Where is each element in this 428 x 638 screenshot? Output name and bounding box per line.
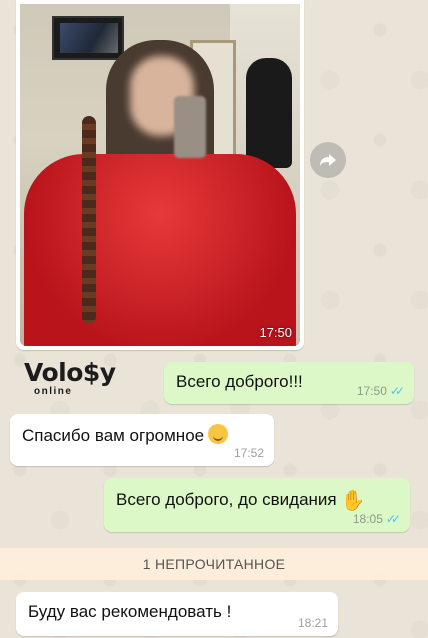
relieved-face-emoji-icon: [208, 424, 229, 444]
message-bubble-outgoing[interactable]: Всего доброго, до свидания ✋ 18:05 ✓✓: [104, 478, 410, 532]
forward-arrow-icon: [320, 154, 336, 166]
message-bubble-incoming[interactable]: Спасибо вам огромное 17:52: [10, 414, 274, 466]
message-time: 17:50: [356, 384, 387, 398]
message-bubble-outgoing[interactable]: Всего доброго!!! 17:50 ✓✓: [164, 362, 414, 404]
volosy-logo: Volo$y online: [24, 360, 142, 398]
photo-image[interactable]: 17:50: [20, 4, 300, 346]
forward-button[interactable]: [310, 142, 346, 178]
photo-message[interactable]: 17:50: [16, 0, 304, 350]
message-text: Буду вас рекомендовать !: [28, 602, 232, 621]
message-time: 17:52: [233, 446, 264, 460]
message-time: 18:05: [352, 512, 383, 526]
waving-hand-emoji-icon: ✋: [340, 490, 366, 512]
message-time: 18:21: [297, 616, 328, 630]
read-ticks-icon: ✓✓: [389, 384, 405, 398]
message-bubble-incoming[interactable]: Буду вас рекомендовать ! 18:21: [16, 592, 338, 636]
logo-subtitle: online: [34, 386, 73, 397]
read-ticks-icon: ✓✓: [385, 512, 401, 526]
message-text: Спасибо вам огромное: [22, 426, 205, 445]
photo-timestamp: 17:50: [259, 325, 292, 340]
logo-word: Volo$y: [24, 358, 116, 387]
message-text: Всего доброго, до свидания: [116, 490, 337, 509]
unread-divider: 1 НЕПРОЧИТАННОЕ: [0, 548, 428, 580]
message-text: Всего доброго!!!: [176, 372, 303, 391]
